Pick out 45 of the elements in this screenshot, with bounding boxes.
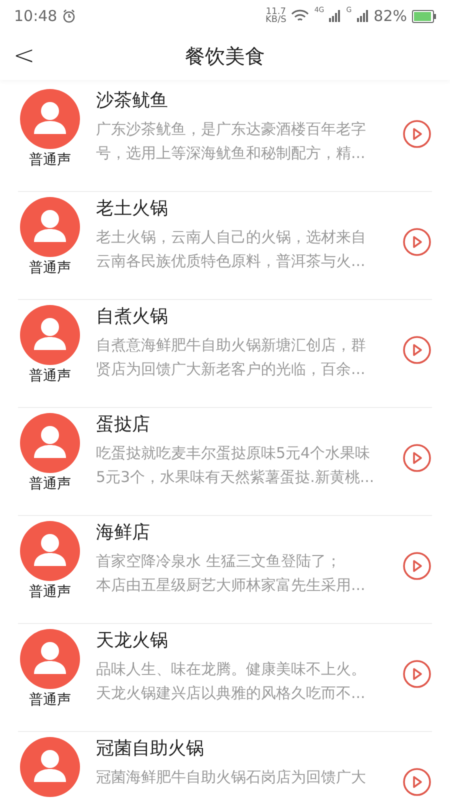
back-button[interactable]: < [6, 38, 42, 74]
avatar-icon [20, 413, 80, 473]
item-title[interactable]: 蛋挞店 [96, 413, 402, 437]
voice-label: 普通声 [29, 475, 71, 493]
battery-icon [412, 10, 436, 22]
speed-unit: KB/S [266, 16, 286, 24]
wifi-icon [291, 9, 310, 23]
play-button[interactable] [402, 551, 432, 581]
play-button[interactable] [402, 659, 432, 689]
voice-label: 普通声 [29, 691, 71, 709]
item-title[interactable]: 冠菌自助火锅 [96, 737, 402, 761]
item-title[interactable]: 老土火锅 [96, 197, 402, 221]
signal-icon [356, 10, 369, 22]
clock-time: 10:48 [14, 7, 58, 25]
item-description: 吃蛋挞就吃麦丰尔蛋挞原味5元4个水果味 5元3个，水果味有天然紫薯蛋挞.新黄桃... [96, 443, 376, 488]
avatar-icon [20, 521, 80, 581]
signal-icon [329, 10, 342, 22]
item-description: 老土火锅，云南人自己的火锅，选材来自 云南各民族优质特色原料，普洱茶与火... [96, 227, 367, 272]
speed-value: 11.7 [266, 8, 286, 16]
play-button[interactable] [402, 443, 432, 473]
item-title[interactable]: 天龙火锅 [96, 629, 402, 653]
play-button[interactable] [402, 335, 432, 365]
page-title: 餐饮美食 [185, 42, 265, 70]
item-description: 自煮意海鲜肥牛自助火锅新塘汇创店，群 贤店为回馈广大新老客户的光临，百余... [96, 335, 367, 380]
avatar-icon [20, 197, 80, 257]
battery-percent: 82% [374, 7, 407, 25]
voice-label: 普通声 [29, 259, 71, 277]
alarm-icon [62, 9, 76, 23]
item-title[interactable]: 海鲜店 [96, 521, 402, 545]
item-description: 广东沙茶鱿鱼，是广东达豪酒楼百年老字 号，选用上等深海鱿鱼和秘制配方，精... [96, 119, 367, 164]
play-button[interactable] [402, 767, 432, 797]
avatar-icon [20, 89, 80, 149]
play-button[interactable] [402, 119, 432, 149]
voice-label: 普通声 [29, 151, 71, 169]
avatar-icon [20, 737, 80, 797]
item-description: 品味人生、味在龙腾。健康美味不上火。 天龙火锅建兴店以典雅的风格久吃而不... [96, 659, 367, 704]
item-description: 首家空降冷泉水 生猛三文鱼登陆了； 本店由五星级厨艺大师林家富先生采用... [96, 551, 366, 596]
item-title[interactable]: 沙茶鱿鱼 [96, 89, 402, 113]
play-button[interactable] [402, 227, 432, 257]
item-description: 冠菌海鲜肥牛自助火锅石岗店为回馈广大 [96, 767, 367, 788]
voice-label: 普通声 [29, 367, 71, 385]
voice-label: 普通声 [29, 583, 71, 601]
avatar-icon [20, 305, 80, 365]
avatar-icon [20, 629, 80, 689]
item-title[interactable]: 自煮火锅 [96, 305, 402, 329]
